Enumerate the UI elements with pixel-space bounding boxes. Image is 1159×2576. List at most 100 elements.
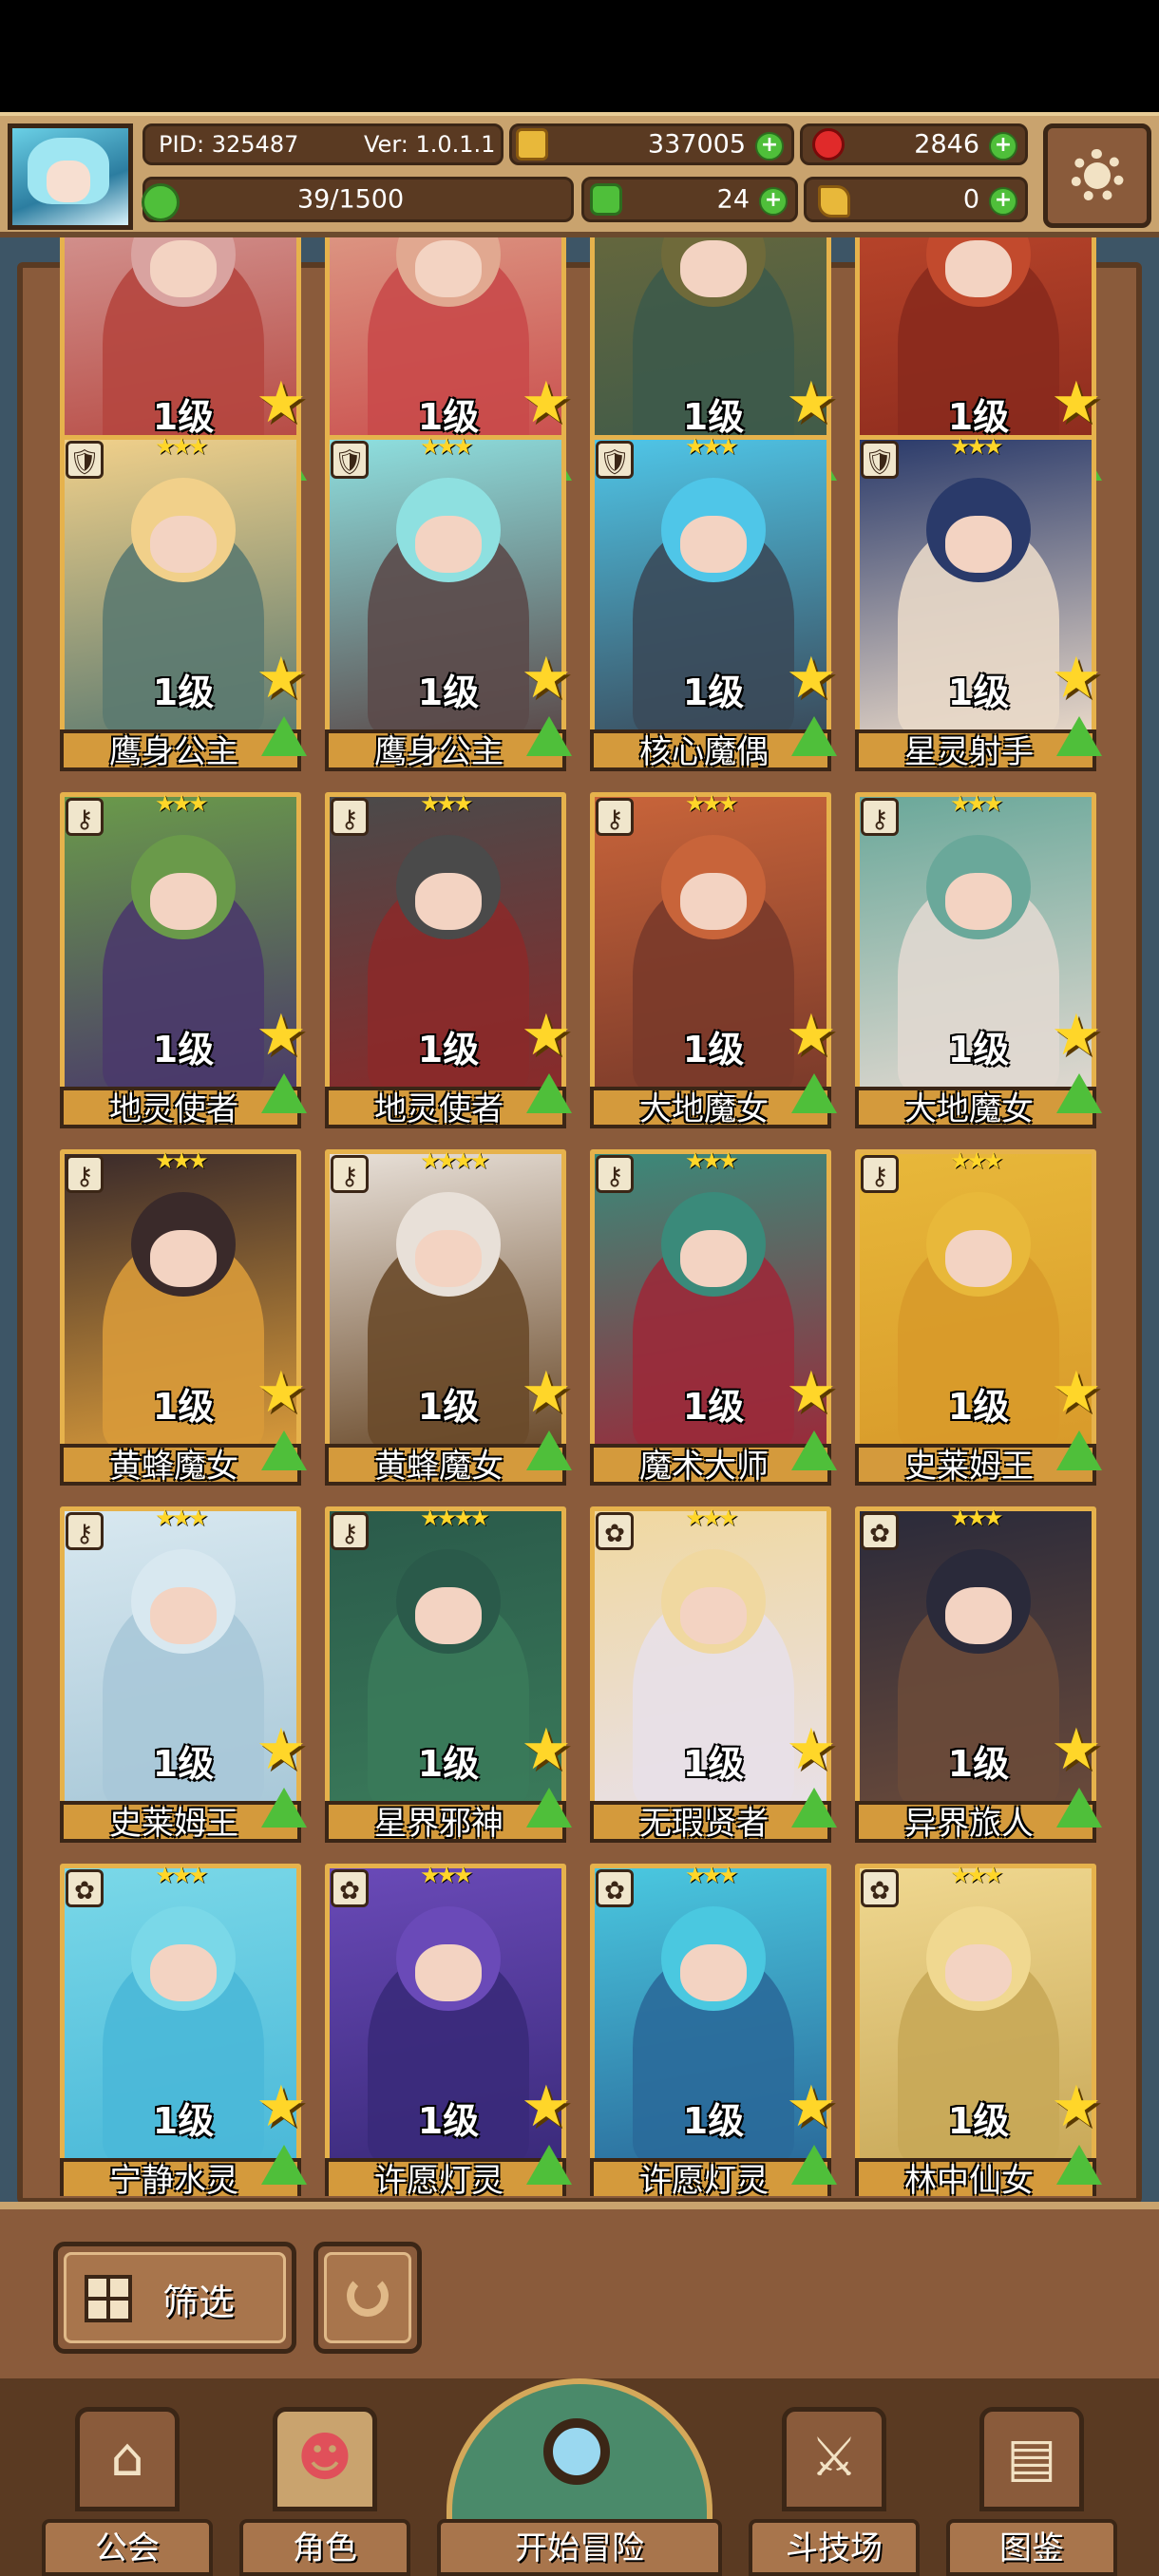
- character-card[interactable]: 1级 星界邪神 ★ ★★★★ ⚷: [325, 1505, 574, 1848]
- class-icon: ✿: [861, 1512, 899, 1550]
- nav-arena-label: 斗技场: [749, 2519, 920, 2576]
- settings-button[interactable]: [1043, 123, 1151, 228]
- card-level: 1级: [152, 1386, 215, 1428]
- upgrade-arrow-icon[interactable]: [261, 1430, 307, 1470]
- rarity-stars: ★★★: [420, 1862, 474, 1888]
- character-card[interactable]: 1级 许愿灯灵 ★ ★★★ ✿: [325, 1862, 574, 2196]
- add-key-icon[interactable]: +: [989, 187, 1017, 216]
- character-card[interactable]: 1级 大地魔女 ★ ★★★ ⚷: [855, 790, 1104, 1134]
- upgrade-arrow-icon[interactable]: [526, 2145, 572, 2185]
- upgrade-arrow-icon[interactable]: [791, 1073, 837, 1113]
- upgrade-arrow-icon[interactable]: [791, 716, 837, 756]
- card-name: 鹰身公主: [374, 733, 504, 771]
- upgrade-arrow-icon[interactable]: [526, 716, 572, 756]
- character-card[interactable]: 1级 无瑕贤者 ★ ★★★ ✿: [590, 1505, 839, 1848]
- filter-label: 筛选: [162, 2282, 236, 2323]
- card-name: 鹰身公主: [109, 733, 238, 771]
- character-grid[interactable]: 1级 淘气恶魔 ★ 1级 淘气恶魔 ★ 1级 风行游侠 ★: [34, 237, 1127, 2196]
- card-level: 1级: [417, 1743, 480, 1785]
- portrait-face: [945, 873, 1012, 930]
- nav-character[interactable]: ☻ 角色: [239, 2378, 410, 2576]
- portrait-face: [680, 873, 747, 930]
- character-card[interactable]: 1级 大地魔女 ★ ★★★ ⚷: [590, 790, 839, 1134]
- character-card[interactable]: 1级 林中仙女 ★ ★★★ ✿: [855, 1862, 1104, 2196]
- player-avatar[interactable]: [8, 123, 133, 230]
- character-card[interactable]: 1级 黄蜂魔女 ★ ★★★★ ⚷: [325, 1147, 574, 1491]
- character-card[interactable]: 1级 史莱姆王 ★ ★★★ ⚷: [60, 1505, 309, 1848]
- character-card[interactable]: 1级 星灵射手 ★ ★★★ 🛡: [855, 433, 1104, 777]
- nav-adventure[interactable]: 开始冒险: [437, 2378, 722, 2576]
- card-name: 史莱姆王: [109, 1805, 238, 1843]
- nav-guild[interactable]: ⌂ 公会: [42, 2378, 213, 2576]
- refresh-icon: [347, 2275, 389, 2317]
- card-name: 林中仙女: [904, 2162, 1034, 2196]
- upgrade-arrow-icon[interactable]: [1056, 1430, 1102, 1470]
- star-icon: ★: [256, 369, 307, 436]
- portrait-face: [945, 240, 1012, 297]
- roster-frame: 1级 淘气恶魔 ★ 1级 淘气恶魔 ★ 1级 风行游侠 ★: [0, 237, 1159, 2204]
- grid-filter-icon: [85, 2275, 132, 2322]
- character-card[interactable]: 1级 地灵使者 ★ ★★★ ⚷: [325, 790, 574, 1134]
- card-level: 1级: [682, 1743, 745, 1785]
- card-name: 史莱姆王: [904, 1448, 1034, 1486]
- character-card[interactable]: 1级 魔术大师 ★ ★★★ ⚷: [590, 1147, 839, 1491]
- upgrade-arrow-icon[interactable]: [1056, 1073, 1102, 1113]
- upgrade-arrow-icon[interactable]: [1056, 2145, 1102, 2185]
- upgrade-arrow-icon[interactable]: [791, 1788, 837, 1828]
- class-icon: ⚷: [66, 1155, 104, 1193]
- star-icon: ★: [1051, 1359, 1102, 1426]
- star-icon: ★: [256, 645, 307, 711]
- portrait-face: [415, 240, 482, 297]
- class-icon: ⚷: [861, 798, 899, 836]
- character-card[interactable]: 1级 异界旅人 ★ ★★★ ✿: [855, 1505, 1104, 1848]
- card-level: 1级: [417, 396, 480, 438]
- clover-icon: [142, 183, 180, 221]
- card-level: 1级: [152, 1029, 215, 1070]
- add-gold-icon[interactable]: +: [755, 132, 784, 161]
- nav-arena[interactable]: ⚔ 斗技场: [749, 2378, 920, 2576]
- upgrade-arrow-icon[interactable]: [791, 1430, 837, 1470]
- character-card[interactable]: 1级 地灵使者 ★ ★★★ ⚷: [60, 790, 309, 1134]
- character-card[interactable]: 1级 许愿灯灵 ★ ★★★ ✿: [590, 1862, 839, 2196]
- upgrade-arrow-icon[interactable]: [261, 2145, 307, 2185]
- star-icon: ★: [786, 1002, 837, 1069]
- upgrade-arrow-icon[interactable]: [261, 1788, 307, 1828]
- star-icon: ★: [1051, 2074, 1102, 2140]
- character-card[interactable]: 1级 鹰身公主 ★ ★★★ 🛡: [60, 433, 309, 777]
- upgrade-arrow-icon[interactable]: [1056, 1788, 1102, 1828]
- character-card[interactable]: 1级 宁静水灵 ★ ★★★ ✿: [60, 1862, 309, 2196]
- card-name: 黄蜂魔女: [374, 1448, 504, 1486]
- card-name: 魔术大师: [639, 1448, 769, 1486]
- class-icon: ✿: [596, 1869, 634, 1907]
- character-card[interactable]: 1级 鹰身公主 ★ ★★★ 🛡: [325, 433, 574, 777]
- refresh-button[interactable]: [314, 2242, 422, 2354]
- rarity-stars: ★★★: [950, 1862, 1004, 1888]
- player-id: PID: 325487: [159, 131, 299, 158]
- upgrade-arrow-icon[interactable]: [1056, 716, 1102, 756]
- nav-codex[interactable]: ▤ 图鉴: [946, 2378, 1117, 2576]
- portrait-face: [415, 873, 482, 930]
- star-icon: ★: [786, 1359, 837, 1426]
- star-icon: ★: [1051, 1002, 1102, 1069]
- star-icon: ★: [521, 2074, 572, 2140]
- add-clover-icon[interactable]: +: [759, 187, 788, 216]
- portrait-face: [150, 1587, 217, 1644]
- upgrade-arrow-icon[interactable]: [526, 1430, 572, 1470]
- gold-coin-icon: [516, 128, 548, 161]
- character-card[interactable]: 1级 黄蜂魔女 ★ ★★★ ⚷: [60, 1147, 309, 1491]
- character-card[interactable]: 1级 史莱姆王 ★ ★★★ ⚷: [855, 1147, 1104, 1491]
- rarity-stars: ★★★: [950, 790, 1004, 817]
- character-card[interactable]: 1级 核心魔偶 ★ ★★★ 🛡: [590, 433, 839, 777]
- upgrade-arrow-icon[interactable]: [261, 716, 307, 756]
- upgrade-arrow-icon[interactable]: [526, 1788, 572, 1828]
- add-gem-icon[interactable]: +: [989, 132, 1017, 161]
- portrait-face: [945, 1944, 1012, 2001]
- upgrade-arrow-icon[interactable]: [261, 1073, 307, 1113]
- upgrade-arrow-icon[interactable]: [791, 2145, 837, 2185]
- portrait-face: [415, 516, 482, 573]
- upgrade-arrow-icon[interactable]: [526, 1073, 572, 1113]
- card-name: 地灵使者: [109, 1090, 238, 1128]
- info-panel: PID: 325487 Ver: 1.0.1.1: [142, 123, 504, 165]
- filter-button[interactable]: 筛选: [53, 2242, 296, 2354]
- portrait-face: [415, 1587, 482, 1644]
